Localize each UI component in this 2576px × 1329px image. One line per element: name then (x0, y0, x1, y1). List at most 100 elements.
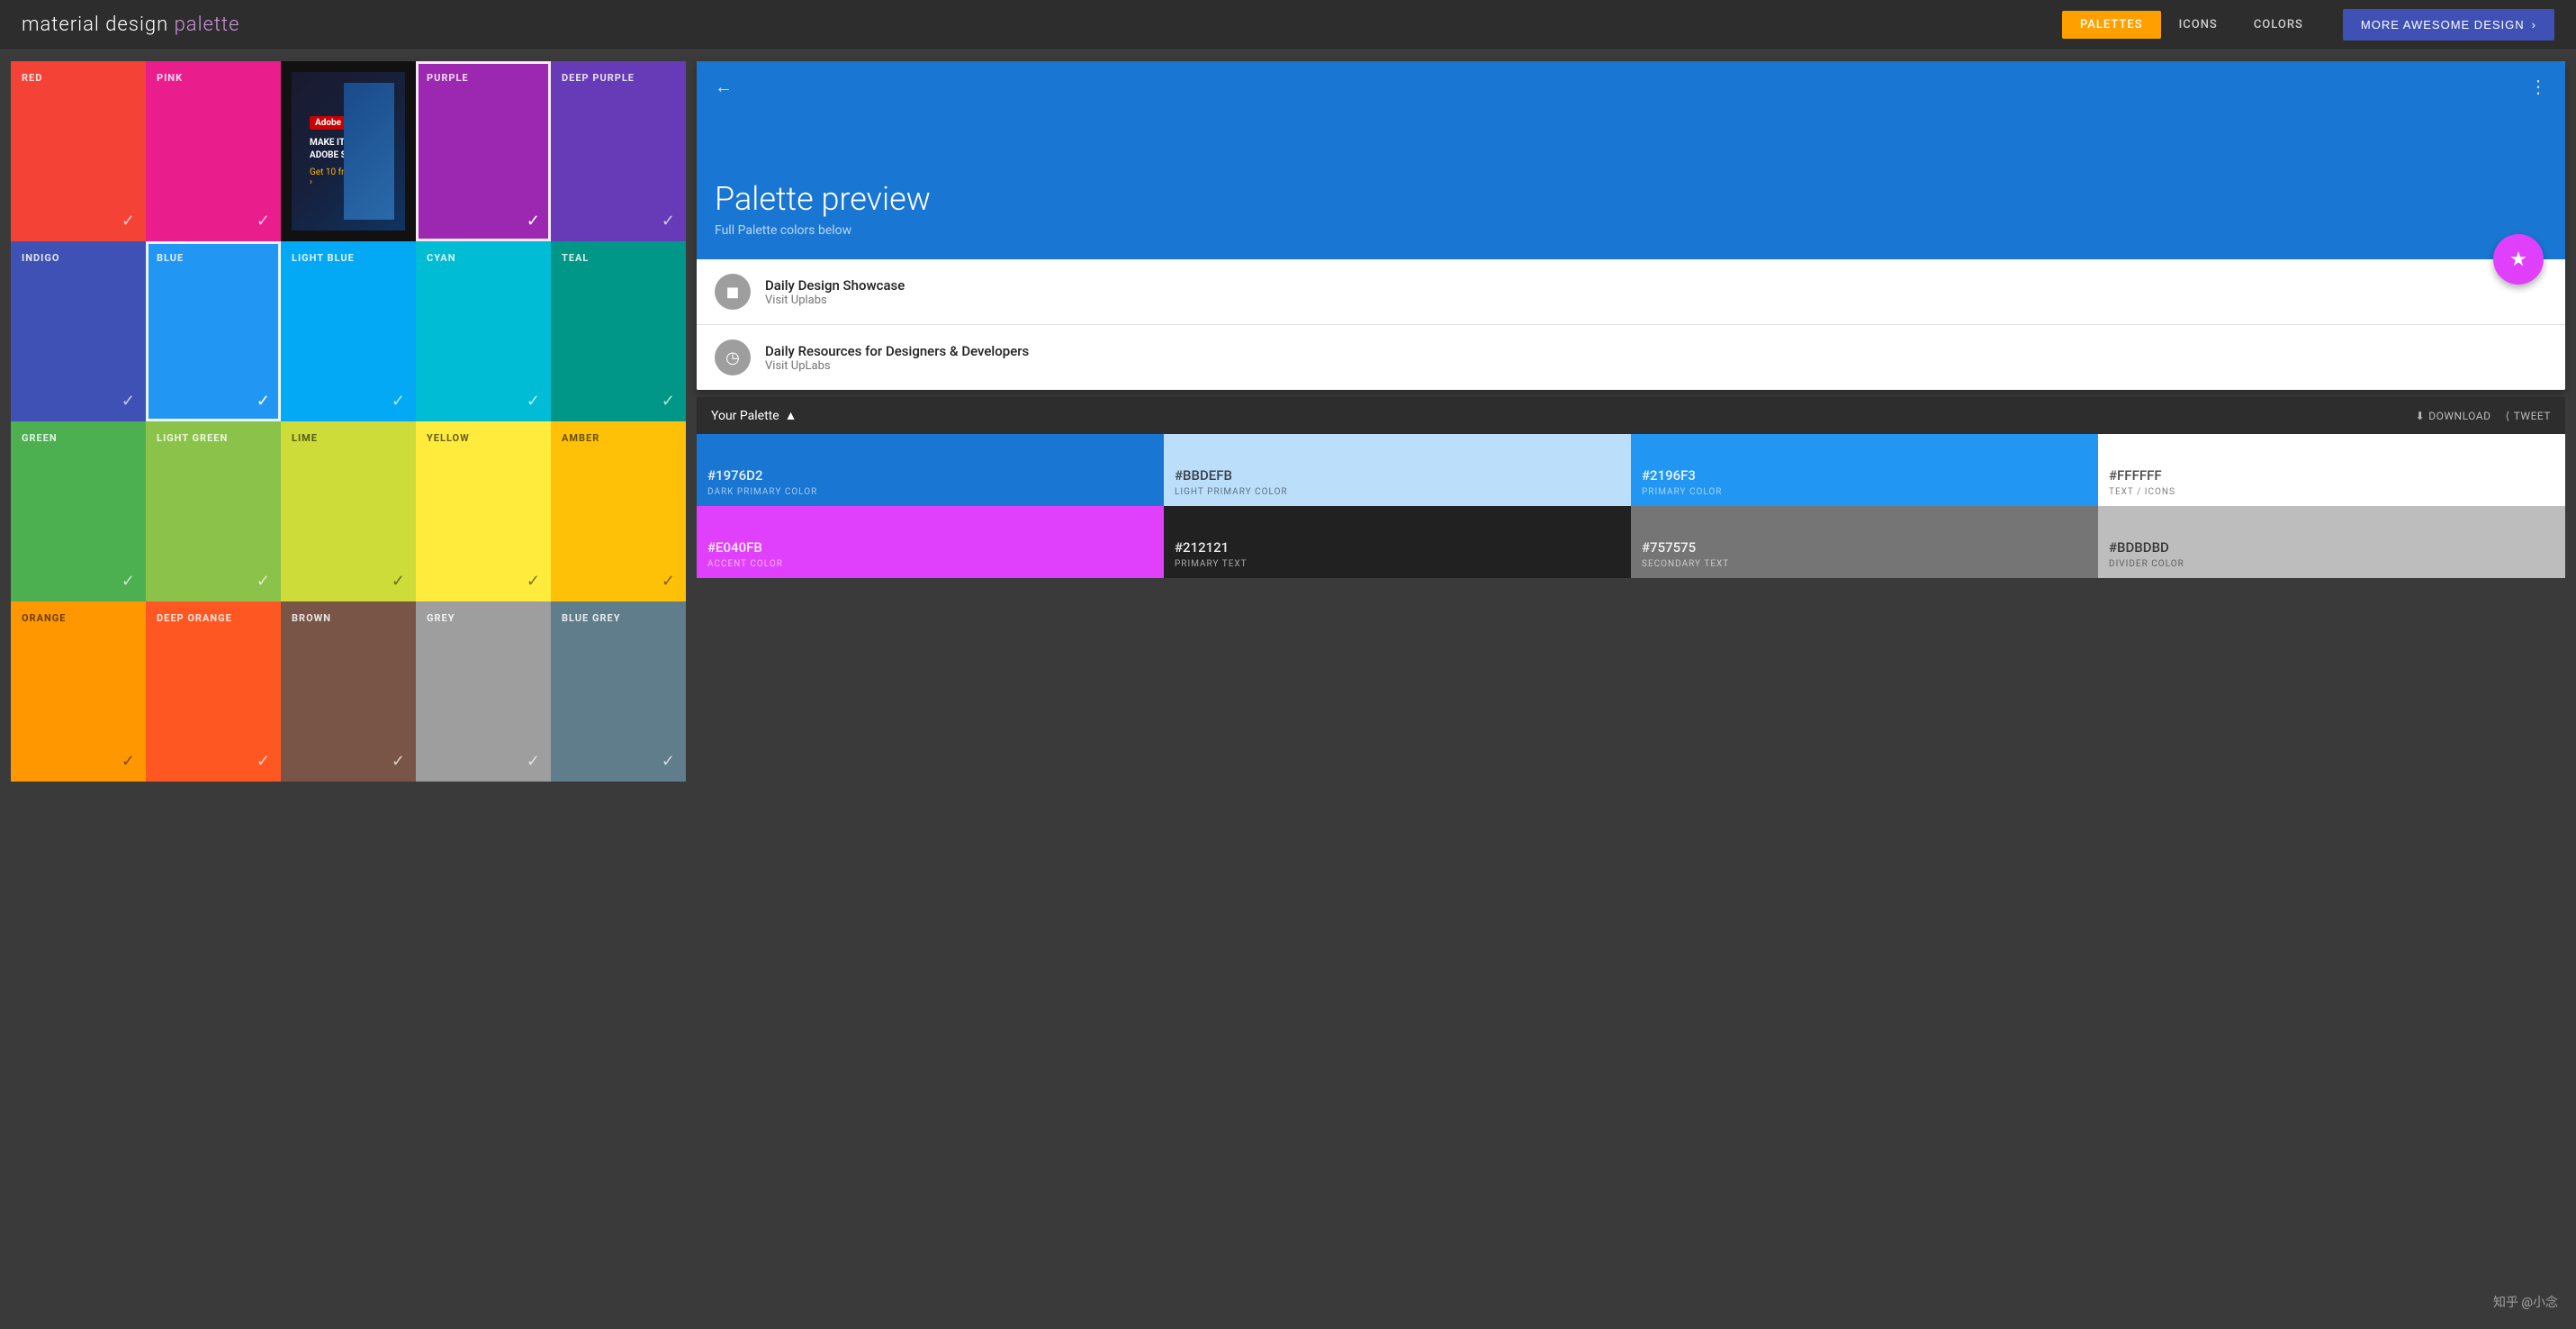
palette-color-cell[interactable]: #1976D2 DARK PRIMARY COLOR (697, 434, 1164, 506)
check-icon: ✓ (527, 752, 540, 771)
main-content: RED ✓ PINK ✓ Adobe MAKE IT WITHADOBE STO… (0, 50, 2576, 792)
nav: PALETTES ICONS COLORS (2062, 11, 2321, 39)
color-cell-amber[interactable]: AMBER ✓ (551, 421, 686, 601)
palette-hex: #212121 (1175, 539, 1620, 556)
color-cell-pink[interactable]: PINK ✓ (146, 61, 281, 241)
list-icon: ◷ (715, 339, 751, 375)
palette-hex: #1976D2 (707, 467, 1153, 484)
menu-icon[interactable]: ⋮ (2529, 76, 2547, 97)
color-cell-deep-purple[interactable]: DEEP PURPLE ✓ (551, 61, 686, 241)
palette-hex: #BBDEFB (1175, 467, 1620, 484)
nav-icons[interactable]: ICONS (2161, 11, 2236, 39)
palette-color-cell[interactable]: #BDBDBD DIVIDER COLOR (2098, 506, 2565, 578)
palette-label: DARK PRIMARY COLOR (707, 487, 1153, 497)
color-name: GREY (427, 612, 540, 624)
check-icon: ✓ (527, 572, 540, 591)
color-cell-brown[interactable]: BROWN ✓ (281, 601, 416, 782)
color-name: DEEP PURPLE (562, 72, 675, 84)
preview-fab[interactable]: ★ (2493, 234, 2544, 285)
color-cell-light-green[interactable]: LIGHT GREEN ✓ (146, 421, 281, 601)
check-icon: ✓ (122, 572, 135, 591)
preview-header: ← ⋮ Palette preview Full Palette colors … (697, 61, 2565, 259)
check-icon: ✓ (257, 572, 270, 591)
preview-title: Palette preview (715, 180, 931, 218)
preview-list-item: ◷ Daily Resources for Designers & Develo… (697, 325, 2565, 390)
color-cell-deep-orange[interactable]: DEEP ORANGE ✓ (146, 601, 281, 782)
color-name: CYAN (427, 252, 540, 264)
ad-image (344, 83, 394, 220)
color-cell-blue-grey[interactable]: BLUE GREY ✓ (551, 601, 686, 782)
color-cell-orange[interactable]: ORANGE ✓ (11, 601, 146, 782)
color-name: ORANGE (22, 612, 135, 624)
check-icon: ✓ (662, 392, 675, 411)
palette-label: PRIMARY TEXT (1175, 559, 1620, 569)
palette-color-cell[interactable]: #E040FB ACCENT COLOR (697, 506, 1164, 578)
color-cell-indigo[interactable]: INDIGO ✓ (11, 241, 146, 421)
color-name: BLUE (157, 252, 270, 264)
palette-color-cell[interactable]: #757575 SECONDARY TEXT (1631, 506, 2098, 578)
color-cell-blue[interactable]: BLUE ✓ (146, 241, 281, 421)
palette-title: Your Palette ▲ (711, 408, 797, 423)
preview-card: ← ⋮ Palette preview Full Palette colors … (697, 61, 2565, 390)
download-button[interactable]: ⬇ DOWNLOAD (2416, 410, 2491, 422)
color-name: AMBER (562, 432, 675, 444)
palette-color-cell[interactable]: #BBDEFB LIGHT PRIMARY COLOR (1164, 434, 1631, 506)
check-icon: ✓ (122, 392, 135, 411)
check-icon: ✓ (392, 572, 405, 591)
watermark: 知乎 @小念 (2493, 1293, 2558, 1311)
color-cell-purple[interactable]: PURPLE ✓ (416, 61, 551, 241)
color-name: PURPLE (427, 72, 540, 84)
check-icon: ✓ (392, 392, 405, 411)
color-name: BROWN (292, 612, 405, 624)
preview-subtitle: Full Palette colors below (715, 223, 931, 238)
list-primary: Daily Design Showcase (765, 277, 905, 294)
list-primary: Daily Resources for Designers & Develope… (765, 343, 1029, 359)
palette-label: SECONDARY TEXT (1642, 559, 2087, 569)
color-name: LIGHT GREEN (157, 432, 270, 444)
palette-color-cell[interactable]: #2196F3 PRIMARY COLOR (1631, 434, 2098, 506)
color-name: INDIGO (22, 252, 135, 264)
more-awesome-button[interactable]: MORE AWESOME DESIGN › (2343, 9, 2554, 41)
ad-logo: Adobe (310, 116, 347, 130)
fab-star-icon: ★ (2509, 249, 2527, 271)
color-cell-green[interactable]: GREEN ✓ (11, 421, 146, 601)
list-secondary: Visit Uplabs (765, 294, 905, 307)
color-name: RED (22, 72, 135, 84)
logo-text-purple: palette (175, 14, 240, 36)
preview-body: ◼ Daily Design Showcase Visit Uplabs ◷ D… (697, 259, 2565, 390)
color-cell-cyan[interactable]: CYAN ✓ (416, 241, 551, 421)
palette-label: LIGHT PRIMARY COLOR (1175, 487, 1620, 497)
color-grid: RED ✓ PINK ✓ Adobe MAKE IT WITHADOBE STO… (11, 61, 686, 782)
color-cell-lime[interactable]: LIME ✓ (281, 421, 416, 601)
color-name: DEEP ORANGE (157, 612, 270, 624)
color-cell-light-blue[interactable]: LIGHT BLUE ✓ (281, 241, 416, 421)
preview-title-area: Palette preview Full Palette colors belo… (715, 180, 931, 238)
color-cell-yellow[interactable]: YELLOW ✓ (416, 421, 551, 601)
back-icon[interactable]: ← (715, 76, 733, 98)
palette-hex: #E040FB (707, 539, 1153, 556)
list-text: Daily Resources for Designers & Develope… (765, 343, 1029, 373)
palette-actions: ⬇ DOWNLOAD ⟨ TWEET (2416, 410, 2551, 422)
tweet-button[interactable]: ⟨ TWEET (2506, 410, 2552, 422)
palette-header: Your Palette ▲ ⬇ DOWNLOAD ⟨ TWEET (697, 397, 2565, 434)
color-cell-teal[interactable]: TEAL ✓ (551, 241, 686, 421)
color-cell-ad[interactable]: Adobe MAKE IT WITHADOBE STOCK. Get 10 fr… (281, 61, 416, 241)
nav-palettes[interactable]: PALETTES (2062, 11, 2161, 39)
check-icon: ✓ (527, 392, 540, 411)
list-secondary: Visit UpLabs (765, 359, 1029, 373)
color-name: LIGHT BLUE (292, 252, 405, 264)
check-icon: ✓ (662, 212, 675, 231)
palette-hex: #BDBDBD (2109, 539, 2554, 556)
palette-color-cell[interactable]: #FFFFFF TEXT / ICONS (2098, 434, 2565, 506)
color-name: GREEN (22, 432, 135, 444)
color-cell-grey[interactable]: GREY ✓ (416, 601, 551, 782)
palette-colors-row2: #E040FB ACCENT COLOR #212121 PRIMARY TEX… (697, 506, 2565, 578)
check-icon: ✓ (257, 392, 270, 411)
color-cell-red[interactable]: RED ✓ (11, 61, 146, 241)
nav-colors[interactable]: COLORS (2236, 11, 2321, 39)
logo-text-white: material design (22, 14, 168, 36)
check-icon: ✓ (257, 752, 270, 771)
palette-color-cell[interactable]: #212121 PRIMARY TEXT (1164, 506, 1631, 578)
check-icon: ✓ (122, 212, 135, 231)
color-name: TEAL (562, 252, 675, 264)
